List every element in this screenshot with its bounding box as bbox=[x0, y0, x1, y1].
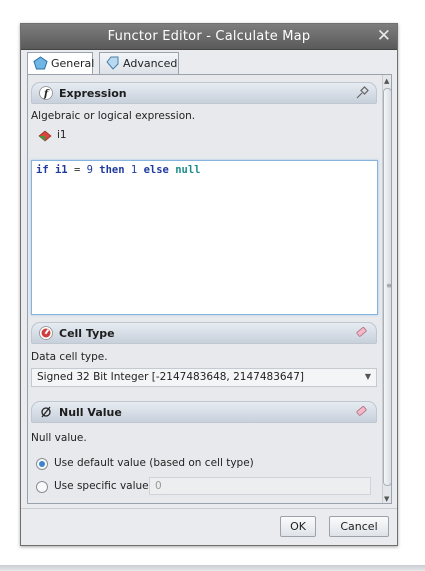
ok-button[interactable]: OK bbox=[280, 516, 316, 537]
functor-editor-dialog: Functor Editor - Calculate Map ✕ General… bbox=[20, 23, 398, 546]
code-number: 9 bbox=[86, 164, 93, 176]
code-keyword-null: null bbox=[175, 164, 201, 176]
general-panel: f Expression Algebraic or logical expres… bbox=[27, 74, 392, 504]
chevron-down-icon: ▼ bbox=[364, 372, 371, 381]
variable-label: i1 bbox=[57, 129, 67, 141]
tab-advanced[interactable]: Advanced bbox=[99, 52, 179, 74]
code-operator: = bbox=[73, 164, 81, 176]
empty-set-icon bbox=[41, 406, 51, 418]
scroll-up-icon[interactable]: ▲ bbox=[384, 77, 389, 85]
eraser-icon[interactable] bbox=[354, 326, 370, 340]
layer-icon bbox=[38, 130, 52, 142]
code-keyword-if: if bbox=[36, 164, 49, 176]
specific-value-input[interactable]: 0 bbox=[149, 477, 371, 495]
null-value-title: Null Value bbox=[59, 406, 122, 419]
code-number: 1 bbox=[130, 164, 138, 176]
scroll-thumb[interactable]: ≡ bbox=[383, 88, 391, 486]
radio-default-label: Use default value (based on cell type) bbox=[54, 457, 254, 469]
dialog-footer: OK Cancel bbox=[21, 508, 397, 545]
null-value-description: Null value. bbox=[31, 432, 87, 444]
pin-icon[interactable] bbox=[354, 86, 370, 100]
null-value-header[interactable]: Null Value bbox=[31, 401, 377, 423]
close-icon[interactable]: ✕ bbox=[377, 26, 391, 46]
code-keyword-then: then bbox=[99, 164, 125, 176]
variable-item[interactable]: i1 bbox=[38, 128, 98, 144]
expression-description: Algebraic or logical expression. bbox=[31, 110, 196, 122]
eraser-icon[interactable] bbox=[354, 405, 370, 419]
cell-type-title: Cell Type bbox=[59, 327, 115, 340]
code-keyword-else: else bbox=[143, 164, 169, 176]
window-title: Functor Editor - Calculate Map bbox=[107, 29, 311, 44]
pentagon-icon bbox=[33, 56, 48, 70]
radio-button[interactable] bbox=[36, 481, 48, 493]
radio-button-selected[interactable] bbox=[36, 458, 48, 470]
scroll-down-icon[interactable]: ▼ bbox=[384, 495, 389, 503]
tab-general-label: General bbox=[51, 57, 95, 70]
cell-type-description: Data cell type. bbox=[31, 351, 108, 363]
radio-specific-label: Use specific value bbox=[54, 480, 149, 492]
expression-editor[interactable]: if i1 = 9 then 1 else null bbox=[31, 160, 378, 315]
tab-advanced-label: Advanced bbox=[123, 57, 178, 70]
cell-type-header[interactable]: Cell Type bbox=[31, 322, 377, 344]
code-variable: i1 bbox=[54, 164, 68, 176]
cancel-button[interactable]: Cancel bbox=[329, 516, 389, 537]
expression-title: Expression bbox=[59, 87, 127, 100]
cell-type-value: Signed 32 Bit Integer [-2147483648, 2147… bbox=[37, 371, 305, 383]
title-bar[interactable]: Functor Editor - Calculate Map ✕ bbox=[21, 24, 397, 50]
cell-type-icon bbox=[39, 326, 53, 340]
grip-icon: ≡ bbox=[386, 282, 391, 290]
tab-general[interactable]: General bbox=[27, 52, 95, 75]
cell-type-select[interactable]: Signed 32 Bit Integer [-2147483648, 2147… bbox=[31, 368, 377, 387]
diamond-icon bbox=[106, 56, 119, 70]
background-strip bbox=[0, 565, 425, 571]
vertical-scrollbar[interactable]: ▲ ≡ ▼ bbox=[382, 75, 391, 503]
expression-header[interactable]: f Expression bbox=[31, 82, 377, 104]
function-icon: f bbox=[39, 86, 53, 100]
